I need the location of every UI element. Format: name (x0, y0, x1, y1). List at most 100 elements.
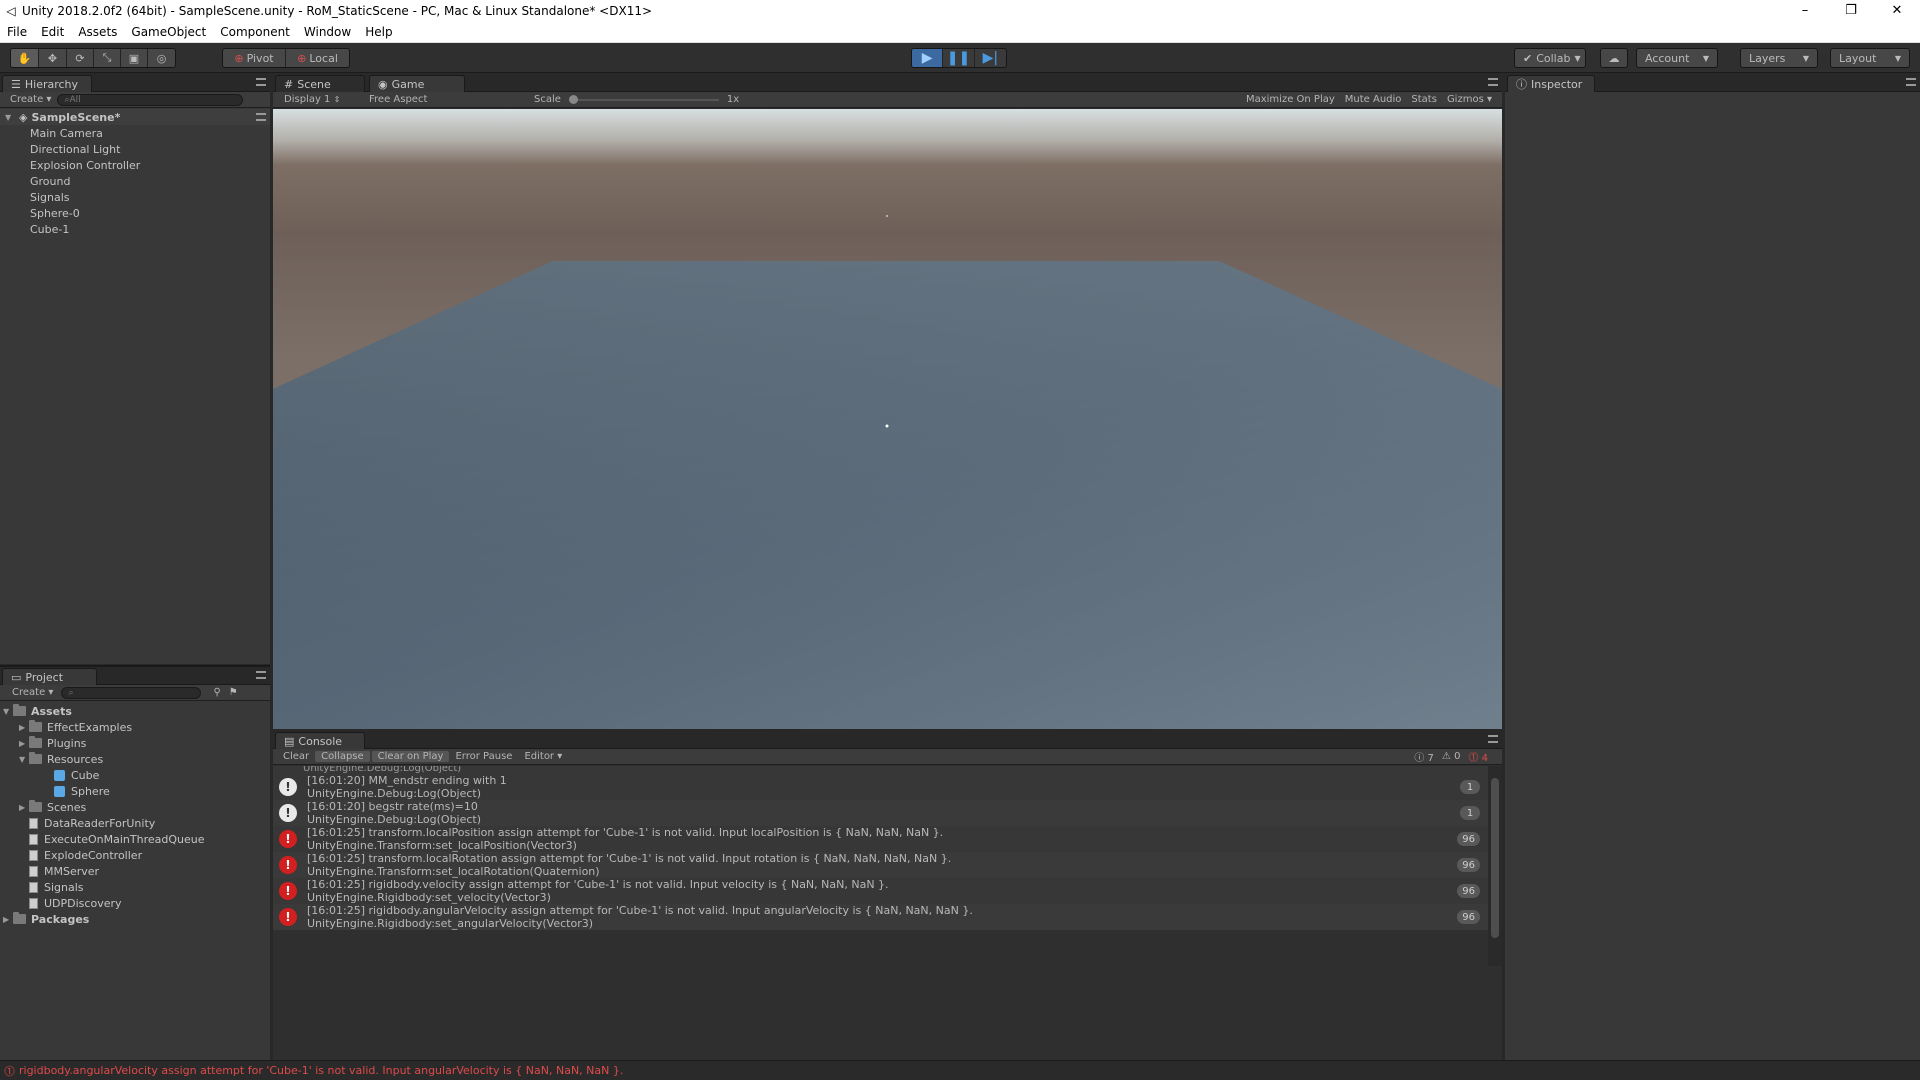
warning-filter-toggle[interactable]: ⚠ 0 (1442, 751, 1461, 762)
project-item[interactable]: ExecuteOnMainThreadQueue (0, 831, 270, 847)
transform-tool-icon[interactable]: ◎ (148, 49, 175, 67)
info-filter-toggle[interactable]: ⓘ 7 (1414, 749, 1434, 764)
project-item[interactable]: MMServer (0, 863, 270, 879)
menu-window[interactable]: Window (297, 25, 358, 39)
aspect-dropdown[interactable]: Free Aspect (369, 94, 534, 105)
menu-component[interactable]: Component (213, 25, 297, 39)
tab-scene[interactable]: # Scene (275, 75, 365, 92)
scale-tool-icon[interactable]: ⤡ (94, 49, 121, 67)
console-entry[interactable]: ! [16:01:25] rigidbody.angularVelocity as… (273, 904, 1488, 930)
tab-game[interactable]: ◉ Game (369, 75, 465, 92)
console-clear-button[interactable]: Clear (277, 751, 315, 762)
minimize-button[interactable]: – (1782, 0, 1828, 21)
console-entry[interactable]: ! [16:01:25] transform.localRotation assi… (273, 852, 1488, 878)
console-clear-on-play-button[interactable]: Clear on Play (371, 751, 450, 762)
expand-triangle-icon[interactable]: ▼ (3, 707, 13, 716)
local-button[interactable]: ⊕ Local (286, 49, 349, 67)
menu-gameobject[interactable]: GameObject (124, 25, 213, 39)
project-item[interactable]: UDPDiscovery (0, 895, 270, 911)
menu-assets[interactable]: Assets (71, 25, 124, 39)
tab-console[interactable]: ▤ Console (275, 732, 365, 749)
panel-menu-icon[interactable] (1488, 735, 1498, 743)
pause-icon[interactable]: ❚❚ (943, 49, 975, 67)
project-item[interactable]: Sphere (0, 783, 270, 799)
panel-menu-icon[interactable] (1488, 78, 1498, 86)
hierarchy-item-label: Main Camera (30, 126, 103, 140)
hierarchy-item[interactable]: Sphere-0 (0, 205, 270, 221)
hierarchy-create-button[interactable]: Create ▾ (10, 94, 51, 105)
project-item[interactable]: Cube (0, 767, 270, 783)
cloud-button[interactable]: ☁ (1600, 48, 1628, 68)
project-item[interactable]: ▶ Plugins (0, 735, 270, 751)
expand-triangle-icon[interactable]: ▶ (3, 915, 13, 924)
project-item[interactable]: ExplodeController (0, 847, 270, 863)
tab-project[interactable]: ▭ Project (2, 668, 97, 685)
scene-menu-icon[interactable] (256, 113, 266, 121)
layers-dropdown[interactable]: Layers ▼ (1740, 48, 1818, 68)
project-item[interactable]: ▼ Resources (0, 751, 270, 767)
move-tool-icon[interactable]: ✥ (39, 49, 67, 67)
hand-tool-icon[interactable]: ✋ (11, 49, 39, 67)
hierarchy-item[interactable]: Directional Light (0, 141, 270, 157)
project-item[interactable]: ▶ Scenes (0, 799, 270, 815)
stats-toggle[interactable]: Stats (1411, 94, 1437, 105)
project-item[interactable]: DataReaderForUnity (0, 815, 270, 831)
panel-menu-icon[interactable] (256, 78, 266, 86)
console-scrollbar[interactable] (1488, 766, 1502, 966)
console-entry[interactable]: ! [16:01:25] transform.localPosition assi… (273, 826, 1488, 852)
console-entry[interactable]: ! [16:01:25] rigidbody.velocity assign at… (273, 878, 1488, 904)
tab-hierarchy[interactable]: ☰ Hierarchy (2, 75, 92, 92)
pivot-button[interactable]: ⊕ Pivot (223, 49, 287, 67)
rect-tool-icon[interactable]: ▣ (121, 49, 148, 67)
tab-inspector[interactable]: ⓘ Inspector (1507, 75, 1595, 92)
project-root[interactable]: ▼ Assets (0, 703, 270, 719)
console-entry[interactable]: ! [16:01:20] begstr rate(ms)=10 UnityEngin… (273, 800, 1488, 826)
console-error-pause-button[interactable]: Error Pause (449, 751, 518, 762)
console-collapse-button[interactable]: Collapse (315, 751, 370, 762)
maximize-on-play-toggle[interactable]: Maximize On Play (1246, 94, 1335, 105)
console-entry[interactable]: ! [16:01:20] MM_endstr ending with 1 Unity… (273, 774, 1488, 800)
filter-type-icon[interactable]: ⚲ (213, 687, 220, 698)
hierarchy-item[interactable]: Cube-1 (0, 221, 270, 237)
account-dropdown[interactable]: Account ▼ (1636, 48, 1718, 68)
hierarchy-item[interactable]: Explosion Controller (0, 157, 270, 173)
menu-help[interactable]: Help (358, 25, 399, 39)
restore-button[interactable]: ❐ (1828, 0, 1874, 21)
scene-row[interactable]: ▼ ◈ SampleScene* (0, 109, 270, 125)
step-icon[interactable]: ▶| (975, 49, 1006, 67)
project-item[interactable]: ▶ EffectExamples (0, 719, 270, 735)
gizmos-dropdown[interactable]: Gizmos ▾ (1447, 94, 1492, 105)
panel-menu-icon[interactable] (256, 671, 266, 679)
hierarchy-search-input[interactable]: ⌕ All (57, 93, 244, 106)
play-icon[interactable]: ▶ (912, 49, 944, 67)
hierarchy-item[interactable]: Signals (0, 189, 270, 205)
layout-dropdown[interactable]: Layout ▼ (1830, 48, 1910, 68)
collab-button[interactable]: ✔ Collab ▼ (1514, 48, 1586, 68)
packages-row[interactable]: ▶ Packages (0, 911, 270, 927)
status-bar[interactable]: ⓵ rigidbody.angularVelocity assign attem… (0, 1060, 1920, 1080)
expand-triangle-icon[interactable]: ▶ (19, 723, 29, 732)
mute-audio-toggle[interactable]: Mute Audio (1345, 94, 1402, 105)
expand-triangle-icon[interactable]: ▶ (19, 739, 29, 748)
scrollbar-thumb[interactable] (1491, 778, 1499, 938)
hierarchy-item[interactable]: Main Camera (0, 125, 270, 141)
project-item[interactable]: Signals (0, 879, 270, 895)
menu-edit[interactable]: Edit (34, 25, 71, 39)
hierarchy-item[interactable]: Ground (0, 173, 270, 189)
project-search-input[interactable]: ⌕ (61, 686, 202, 699)
panel-menu-icon[interactable] (1906, 78, 1916, 86)
scale-slider-thumb[interactable] (568, 94, 578, 104)
rotate-tool-icon[interactable]: ⟳ (67, 49, 94, 67)
scale-slider[interactable] (568, 94, 719, 104)
game-viewport[interactable] (273, 109, 1502, 729)
expand-triangle-icon[interactable]: ▼ (5, 113, 15, 122)
close-button[interactable]: ✕ (1874, 0, 1920, 21)
filter-label-icon[interactable]: ⚑ (229, 687, 238, 698)
console-editor-dropdown[interactable]: Editor ▾ (518, 751, 568, 762)
error-filter-toggle[interactable]: ⓵ 4 (1468, 749, 1488, 764)
menu-file[interactable]: File (0, 25, 34, 39)
display-dropdown[interactable]: Display 1 ⇕ (284, 94, 369, 105)
expand-triangle-icon[interactable]: ▶ (19, 803, 29, 812)
expand-triangle-icon[interactable]: ▼ (19, 755, 29, 764)
project-create-button[interactable]: Create ▾ (12, 687, 53, 698)
